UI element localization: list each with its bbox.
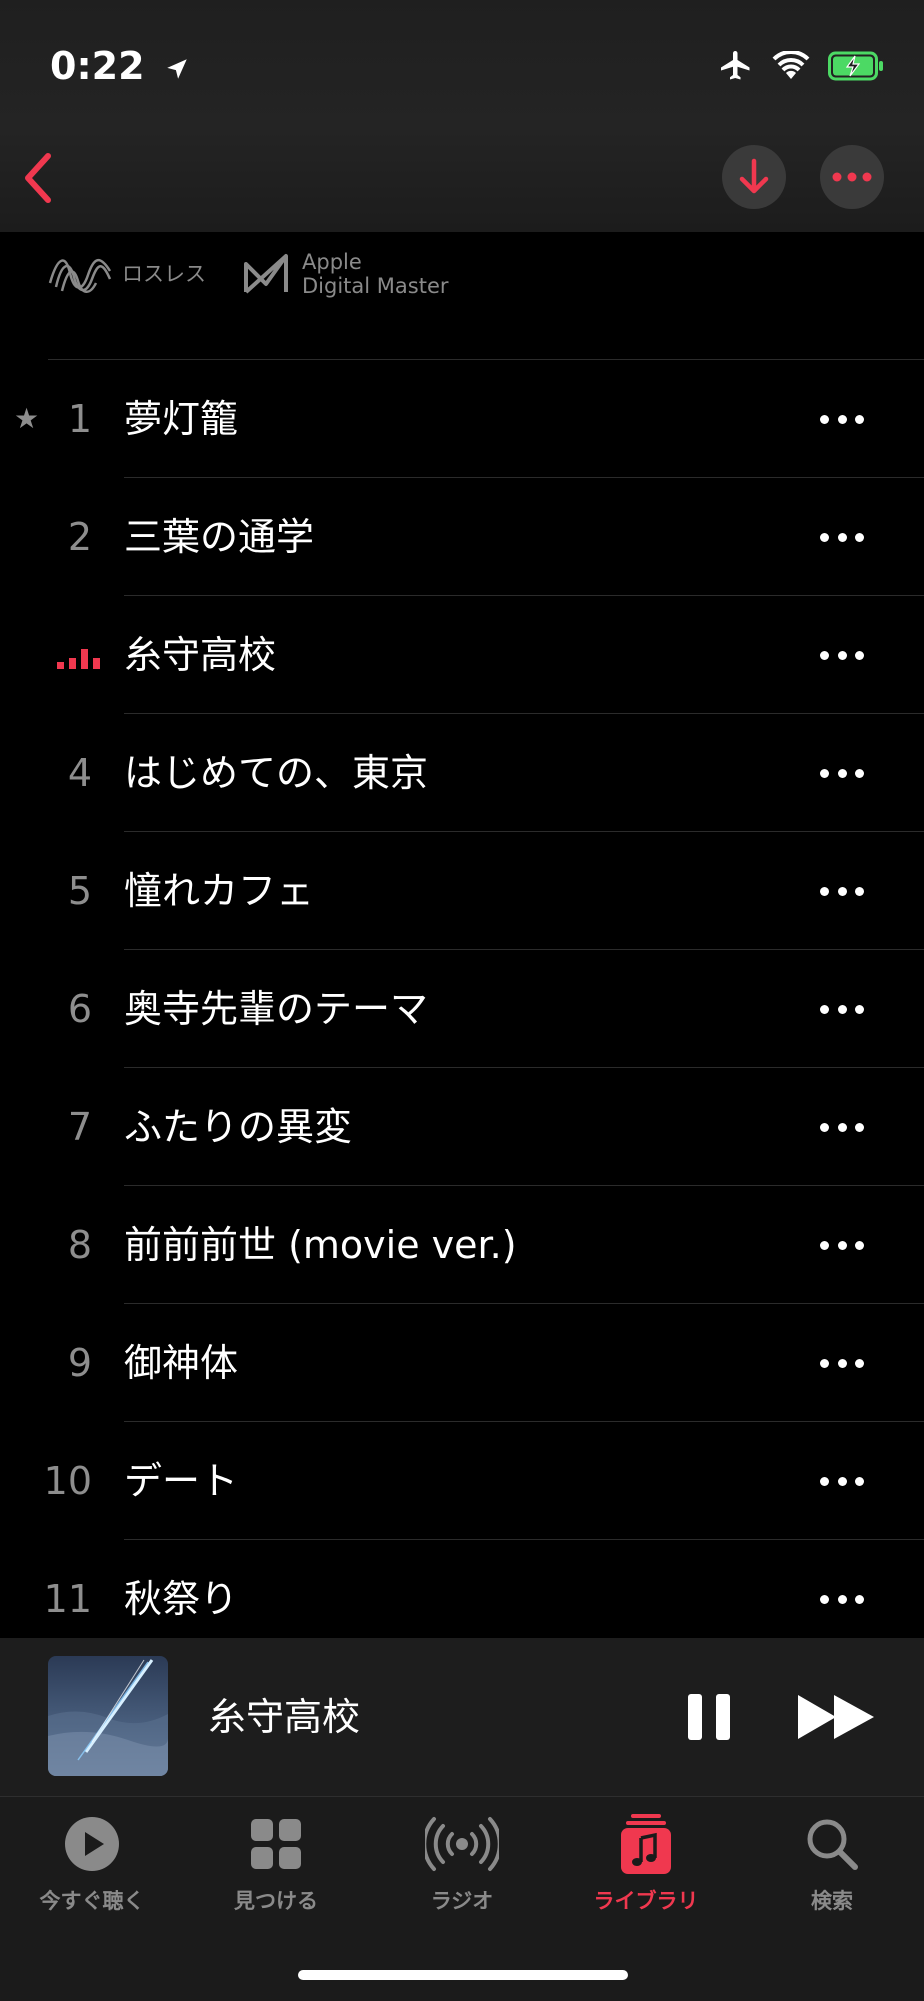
track-list: ★ 1 夢灯籠 2 三葉の通学 糸守高校 4 はじめての、東京 5 憧れカフェ … xyxy=(0,360,924,1638)
track-title: 三葉の通学 xyxy=(124,515,315,559)
track-title: はじめての、東京 xyxy=(124,751,429,795)
pause-icon[interactable] xyxy=(686,1692,734,1742)
tab-radio[interactable]: ラジオ xyxy=(370,1813,554,1915)
track-row-9[interactable]: 9 御神体 xyxy=(0,1304,924,1422)
track-title: 秋祭り xyxy=(124,1577,239,1621)
tab-label: ラジオ xyxy=(430,1889,494,1913)
track-more-button[interactable] xyxy=(820,832,864,950)
digital-master-icon xyxy=(244,254,288,294)
track-title: 夢灯籠 xyxy=(124,397,239,441)
track-number: 6 xyxy=(67,987,92,1031)
track-more-button[interactable] xyxy=(820,596,864,714)
status-icons xyxy=(718,48,884,84)
radio-icon xyxy=(425,1817,499,1871)
track-number: 11 xyxy=(43,1577,92,1621)
track-row-11[interactable]: 11 秋祭り xyxy=(0,1540,924,1638)
album-artwork[interactable] xyxy=(48,1656,168,1776)
fast-forward-icon[interactable] xyxy=(796,1692,876,1742)
track-number: 2 xyxy=(67,515,92,559)
track-title: 前前前世 (movie ver.) xyxy=(124,1223,517,1267)
tab-browse[interactable]: 見つける xyxy=(184,1813,368,1915)
track-number: 1 xyxy=(67,397,92,441)
audio-quality-badges: ロスレス Apple Digital Master xyxy=(48,250,449,298)
track-more-button[interactable] xyxy=(820,1068,864,1186)
track-row-5[interactable]: 5 憧れカフェ xyxy=(0,832,924,950)
more-options-button[interactable] xyxy=(820,145,884,209)
library-icon xyxy=(621,1814,671,1874)
track-row-3[interactable]: 糸守高校 xyxy=(0,596,924,714)
now-playing-title[interactable]: 糸守高校 xyxy=(208,1638,360,1796)
track-row-4[interactable]: 4 はじめての、東京 xyxy=(0,714,924,832)
play-circle-icon xyxy=(65,1817,119,1871)
track-more-button[interactable] xyxy=(820,714,864,832)
now-playing-equalizer-icon xyxy=(57,649,100,669)
download-button[interactable] xyxy=(722,145,786,209)
home-indicator xyxy=(298,1970,628,1980)
track-title: ふたりの異変 xyxy=(124,1105,353,1149)
track-row-8[interactable]: 8 前前前世 (movie ver.) xyxy=(0,1186,924,1304)
tab-label: 見つける xyxy=(234,1889,318,1913)
back-chevron-icon[interactable] xyxy=(18,150,58,206)
track-row-10[interactable]: 10 デート xyxy=(0,1422,924,1540)
download-arrow-icon xyxy=(739,158,769,194)
track-more-button[interactable] xyxy=(820,1304,864,1422)
adm-line1: Apple xyxy=(302,250,362,274)
track-title: 奥寺先輩のテーマ xyxy=(124,987,429,1031)
mini-player[interactable]: 糸守高校 xyxy=(0,1638,924,1796)
status-time: 0:22 xyxy=(50,44,190,88)
search-icon xyxy=(807,1819,858,1870)
ellipsis-icon xyxy=(832,172,872,182)
tab-label: 検索 xyxy=(811,1889,853,1913)
tab-listen-now[interactable]: 今すぐ聴く xyxy=(0,1813,184,1915)
track-title: 糸守高校 xyxy=(124,633,277,677)
track-number: 4 xyxy=(67,751,92,795)
track-more-button[interactable] xyxy=(820,1186,864,1304)
adm-line2: Digital Master xyxy=(302,274,449,298)
location-arrow-icon xyxy=(167,58,187,79)
track-number: 8 xyxy=(67,1223,92,1267)
apple-digital-master-badge: Apple Digital Master xyxy=(242,250,449,298)
track-row-6[interactable]: 6 奥寺先輩のテーマ xyxy=(0,950,924,1068)
track-number: 9 xyxy=(67,1341,92,1385)
grid-icon xyxy=(251,1819,301,1869)
airplane-icon xyxy=(721,51,750,80)
status-time-text: 0:22 xyxy=(50,44,145,88)
track-more-button[interactable] xyxy=(820,1540,864,1638)
track-more-button[interactable] xyxy=(820,1422,864,1540)
track-number: 7 xyxy=(67,1105,92,1149)
tab-library[interactable]: ライブラリ xyxy=(554,1813,738,1915)
header: 0:22 xyxy=(0,0,924,232)
battery-charging-icon xyxy=(828,51,883,81)
track-row-1[interactable]: ★ 1 夢灯籠 xyxy=(0,360,924,478)
tab-label: 今すぐ聴く xyxy=(39,1889,145,1913)
track-row-7[interactable]: 7 ふたりの異変 xyxy=(0,1068,924,1186)
track-more-button[interactable] xyxy=(820,950,864,1068)
wifi-icon xyxy=(772,51,810,79)
track-title: デート xyxy=(124,1459,239,1503)
lossless-waveform-icon xyxy=(48,259,112,293)
tab-label: ライブラリ xyxy=(593,1889,699,1913)
track-title: 御神体 xyxy=(124,1341,239,1385)
track-title: 憧れカフェ xyxy=(124,869,315,913)
track-more-button[interactable] xyxy=(820,478,864,596)
track-row-2[interactable]: 2 三葉の通学 xyxy=(0,478,924,596)
track-number: 5 xyxy=(67,869,92,913)
lossless-label: ロスレス xyxy=(122,262,206,286)
lossless-badge: ロスレス xyxy=(48,253,206,295)
track-more-button[interactable] xyxy=(820,360,864,478)
tab-search[interactable]: 検索 xyxy=(740,1813,924,1915)
track-number: 10 xyxy=(43,1459,92,1503)
